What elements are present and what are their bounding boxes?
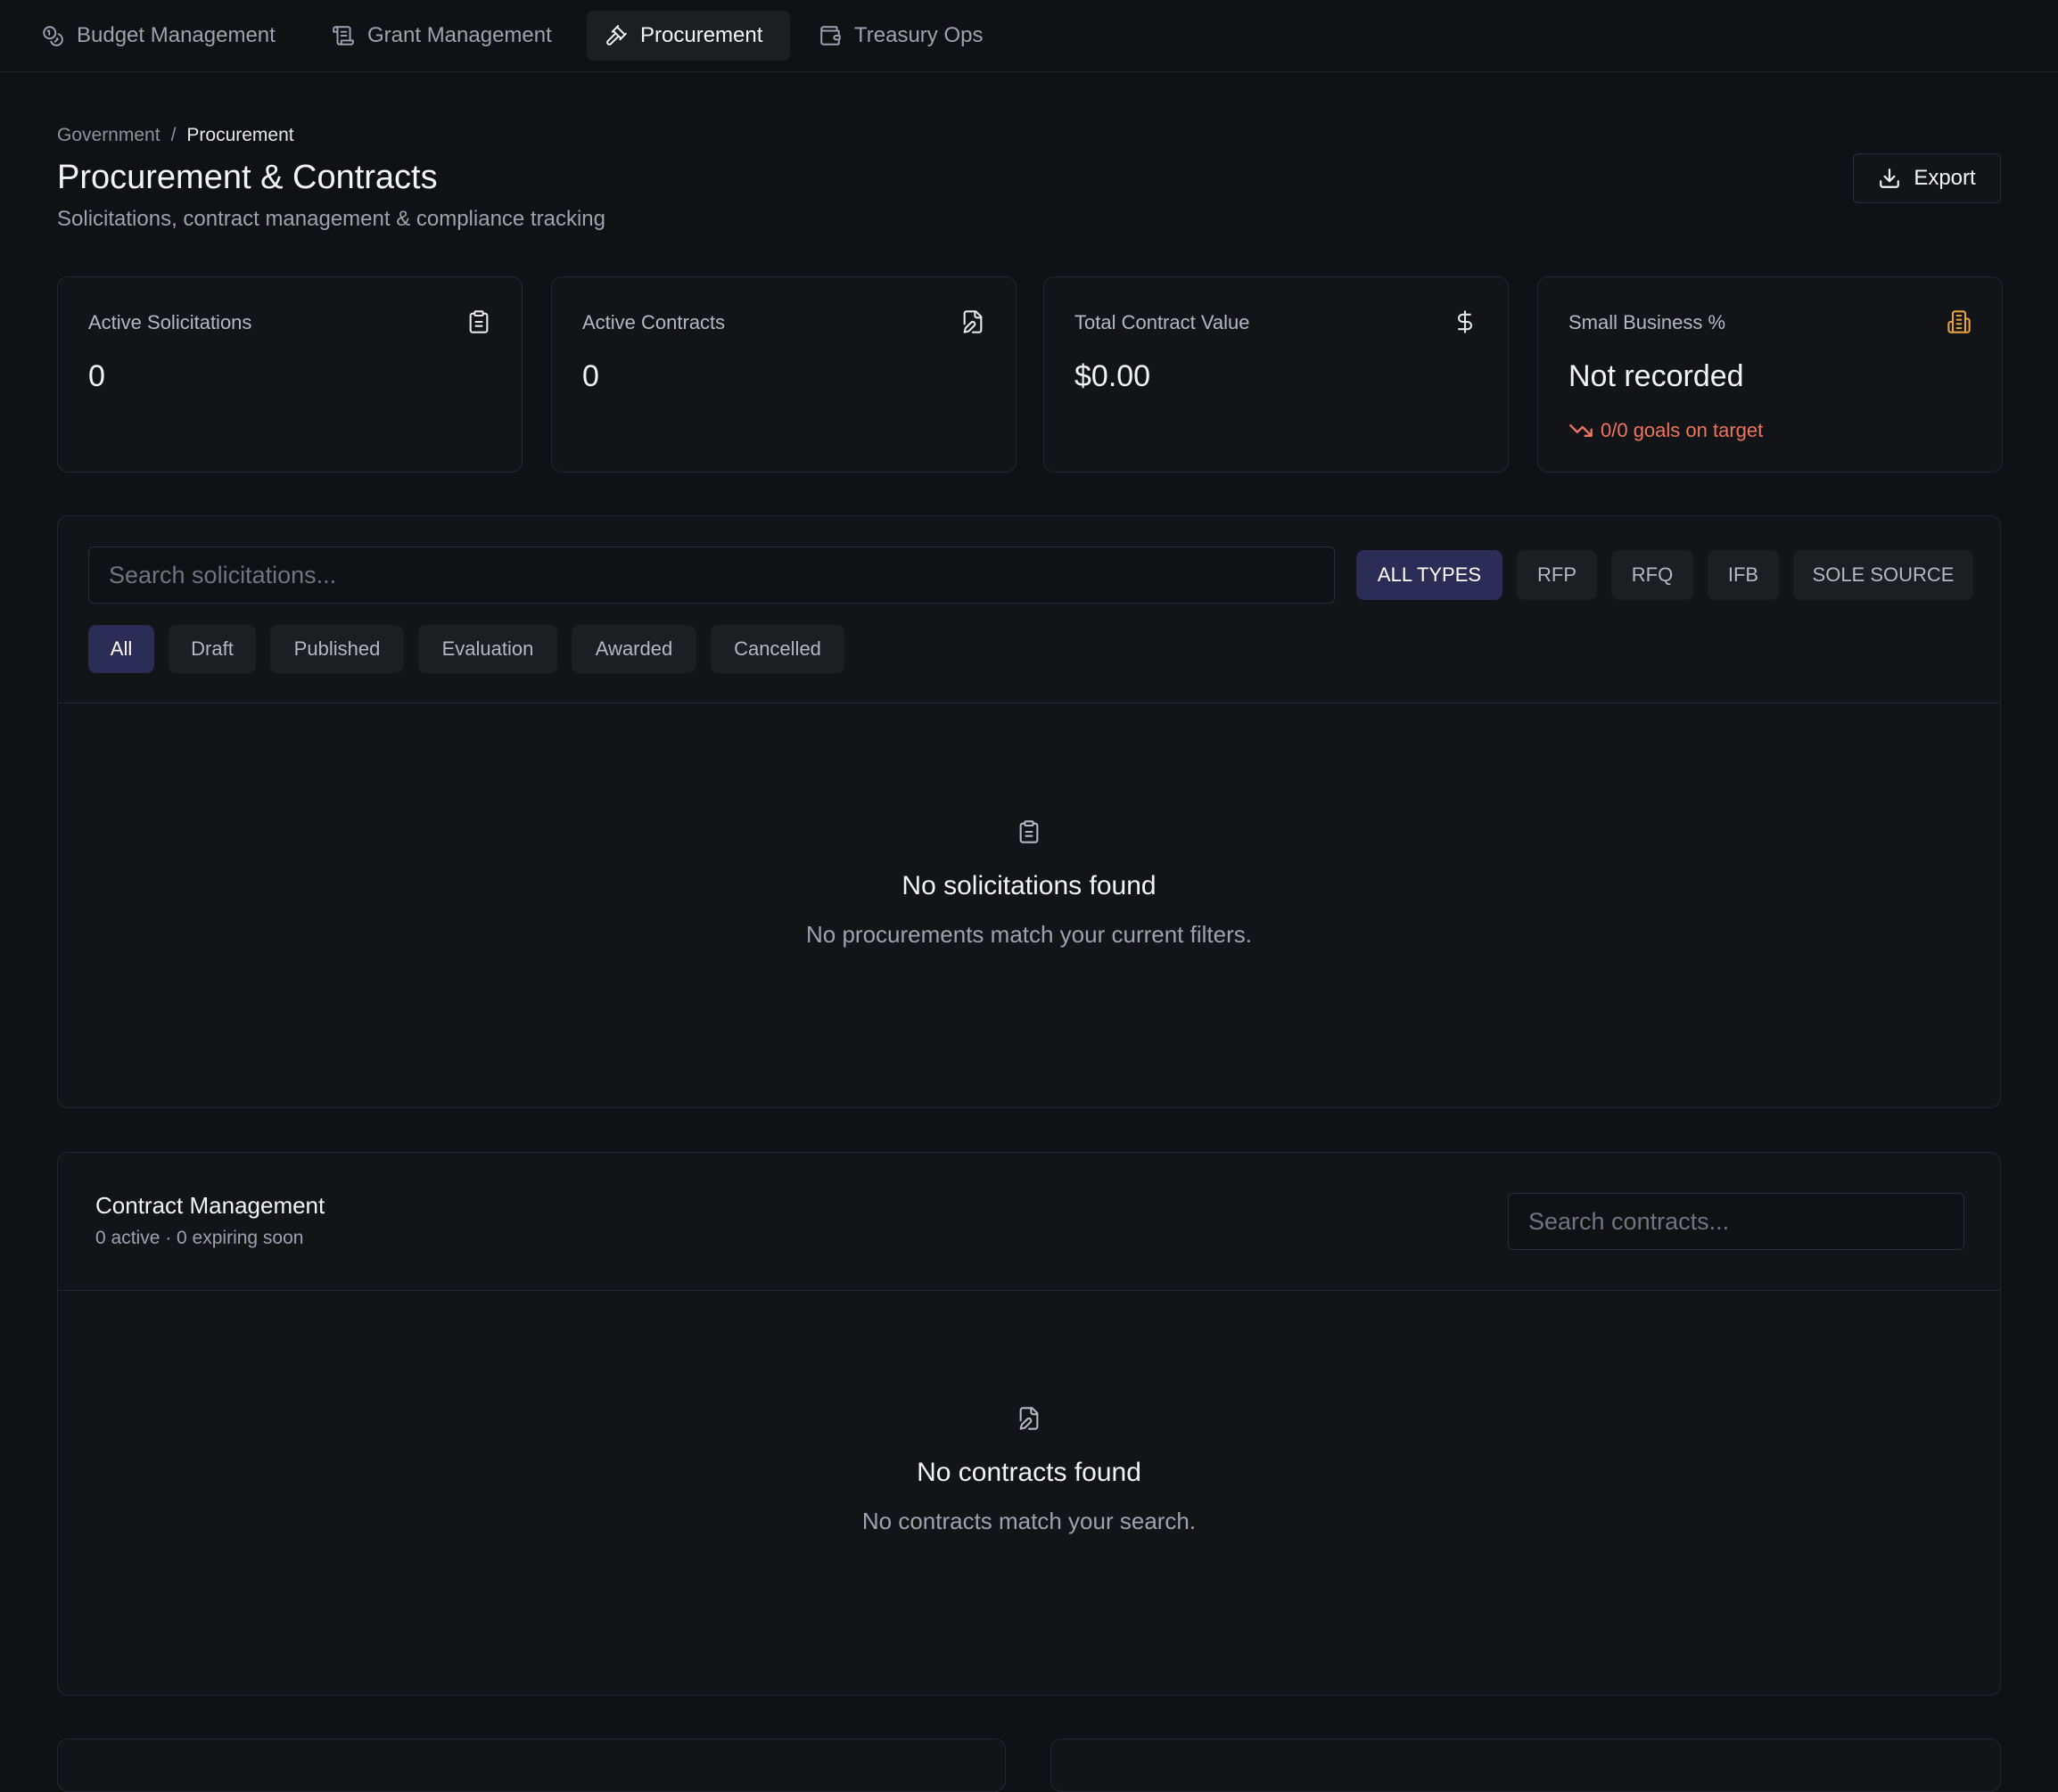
search-contracts-input[interactable]	[1508, 1193, 1964, 1250]
tab-procurement[interactable]: Procurement	[587, 11, 790, 61]
dollar-icon	[1453, 309, 1478, 334]
status-filter-cancelled[interactable]: Cancelled	[711, 625, 844, 673]
page-subtitle: Solicitations, contract management & com…	[57, 207, 605, 231]
empty-text: No contracts match your search.	[861, 1508, 1197, 1534]
stat-value: Not recorded	[1568, 359, 1744, 393]
type-filter-sole-source[interactable]: SOLE SOURCE	[1793, 550, 1973, 600]
type-filter-all-types[interactable]: ALL TYPES	[1356, 550, 1502, 600]
tab-label: Treasury Ops	[854, 23, 984, 47]
breadcrumb-current: Procurement	[186, 125, 294, 145]
file-edit-icon	[58, 1406, 2000, 1431]
goals-trend: 0/0 goals on target	[1568, 418, 1763, 443]
stat-label: Total Contract Value	[1074, 311, 1250, 333]
stat-card-total-contract-value: Total Contract Value $0.00	[1043, 276, 1509, 473]
status-filter-evaluation[interactable]: Evaluation	[418, 625, 557, 673]
type-filter-rfq[interactable]: RFQ	[1611, 550, 1693, 600]
tab-label: Budget Management	[77, 23, 276, 47]
wallet-icon	[819, 24, 842, 47]
type-filter-ifb[interactable]: IFB	[1708, 550, 1779, 600]
contract-management-panel: Contract Management 0 active · 0 expirin…	[57, 1152, 2001, 1696]
stat-value: 0	[88, 359, 105, 393]
stat-label: Small Business %	[1568, 311, 1726, 333]
trending-down-icon	[1568, 418, 1593, 443]
panel-divider	[58, 1290, 2000, 1291]
breadcrumb-separator: /	[170, 125, 177, 145]
clipboard-icon	[466, 309, 491, 334]
status-filter-awarded[interactable]: Awarded	[572, 625, 696, 673]
empty-title: No solicitations found	[901, 871, 1157, 900]
tab-budget-management[interactable]: Budget Management	[23, 11, 293, 61]
stat-card-active-contracts: Active Contracts 0	[551, 276, 1017, 473]
search-solicitations-input[interactable]	[88, 547, 1335, 604]
contracts-empty-state: No contracts found No contracts match yo…	[58, 1406, 2000, 1535]
download-icon	[1878, 167, 1901, 190]
export-label: Export	[1914, 166, 1976, 190]
stat-value: 0	[582, 359, 599, 393]
bottom-panel-left	[57, 1739, 1006, 1792]
export-button[interactable]: Export	[1853, 153, 2001, 203]
gavel-icon	[605, 24, 628, 47]
breadcrumb: Government / Procurement	[57, 125, 294, 146]
stat-card-small-business: Small Business % Not recorded 0/0 goals …	[1537, 276, 2003, 473]
tab-treasury-ops[interactable]: Treasury Ops	[801, 11, 1000, 61]
breadcrumb-root[interactable]: Government	[57, 125, 161, 146]
clipboard-icon	[58, 819, 2000, 844]
tab-grant-management[interactable]: Grant Management	[314, 11, 570, 61]
stat-value: $0.00	[1074, 359, 1151, 393]
status-filter-draft[interactable]: Draft	[169, 625, 256, 673]
stat-label: Active Solicitations	[88, 311, 252, 333]
file-edit-icon	[960, 309, 985, 334]
stat-label: Active Contracts	[582, 311, 726, 333]
scroll-icon	[332, 24, 355, 47]
page-title: Procurement & Contracts	[57, 159, 438, 196]
building-icon	[1947, 309, 1972, 334]
tab-label: Procurement	[640, 23, 763, 47]
bottom-panel-right	[1050, 1739, 2001, 1792]
solicitations-panel: ALL TYPES RFP RFQ IFB SOLE SOURCE All Dr…	[57, 515, 2001, 1108]
status-filter-published[interactable]: Published	[270, 625, 404, 673]
goals-trend-text: 0/0 goals on target	[1601, 419, 1764, 441]
type-filter-rfp[interactable]: RFP	[1517, 550, 1597, 600]
budget-coins-icon	[41, 24, 64, 47]
tab-label: Grant Management	[367, 23, 552, 47]
stat-card-active-solicitations: Active Solicitations 0	[57, 276, 523, 473]
contract-management-summary: 0 active · 0 expiring soon	[95, 1228, 304, 1248]
empty-title: No contracts found	[917, 1458, 1141, 1487]
contract-management-title: Contract Management	[95, 1192, 325, 1219]
empty-text: No procurements match your current filte…	[806, 921, 1252, 948]
top-navigation: Budget Management Grant Management Procu…	[0, 0, 2058, 72]
solicitations-empty-state: No solicitations found No procurements m…	[58, 819, 2000, 949]
status-filter-all[interactable]: All	[88, 625, 154, 673]
